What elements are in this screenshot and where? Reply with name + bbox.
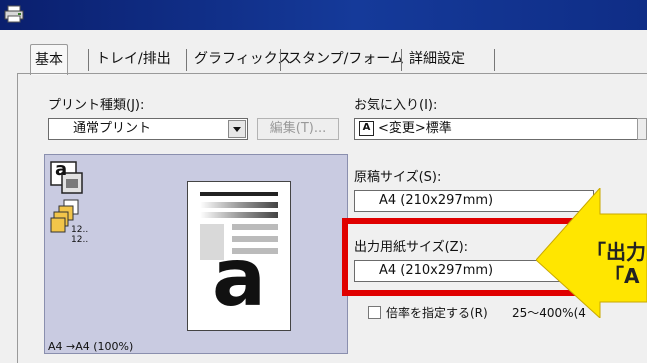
gradient-bar xyxy=(200,202,278,208)
sheet-icon-letter: a xyxy=(55,159,68,180)
tab-strip: 基本 トレイ/排出 グラフィックス スタンプ/フォーム 詳細設定 xyxy=(0,30,647,75)
tab-tray-output[interactable]: トレイ/排出 xyxy=(92,47,175,71)
gradient-bar xyxy=(200,212,278,218)
panel-border-left xyxy=(17,73,18,363)
header-rule xyxy=(200,192,278,196)
tab-separator xyxy=(186,49,187,71)
favorites-value: <変更>標準 xyxy=(378,121,452,136)
preview-pane: a 12.. 12.. a xyxy=(44,154,348,354)
tab-separator xyxy=(88,49,89,71)
scale-label: 倍率を指定する(R) xyxy=(386,306,488,320)
original-size-label: 原稿サイズ(S): xyxy=(354,170,442,185)
print-type-label: プリント種類(J): xyxy=(48,98,145,113)
tab-separator xyxy=(280,49,281,71)
favorites-label: お気に入り(I): xyxy=(354,98,438,113)
callout-line-2: 「A xyxy=(604,264,640,288)
print-type-select[interactable]: 通常プリント xyxy=(48,118,248,140)
edit-button[interactable]: 編集(T)... xyxy=(257,118,339,140)
favorites-select[interactable]: A <変更>標準 xyxy=(354,118,638,140)
chevron-down-icon[interactable] xyxy=(228,120,246,138)
favorites-icon: A xyxy=(359,121,374,136)
collate-text-1: 12.. xyxy=(71,225,89,235)
print-type-value: 通常プリント xyxy=(73,121,152,136)
preview-status: A4 →A4 (100%) xyxy=(48,340,134,353)
text-line xyxy=(232,224,278,230)
callout-text: 「出力 「A xyxy=(586,240,646,288)
printer-icon xyxy=(4,5,24,23)
title-bar xyxy=(0,0,647,30)
scale-checkbox[interactable] xyxy=(368,306,381,319)
collate-text-2: 12.. xyxy=(71,235,89,245)
tab-basic[interactable]: 基本 xyxy=(30,44,68,75)
chevron-down-icon[interactable] xyxy=(637,118,647,140)
panel-border xyxy=(17,73,647,74)
tab-advanced[interactable]: 詳細設定 xyxy=(405,47,469,71)
callout-line-1: 「出力 xyxy=(586,240,646,264)
page-preview: a xyxy=(187,181,291,331)
tab-stamp-form[interactable]: スタンプ/フォーム xyxy=(284,47,408,71)
tab-separator xyxy=(494,49,495,71)
big-letter: a xyxy=(212,231,266,324)
tab-separator xyxy=(401,49,402,71)
